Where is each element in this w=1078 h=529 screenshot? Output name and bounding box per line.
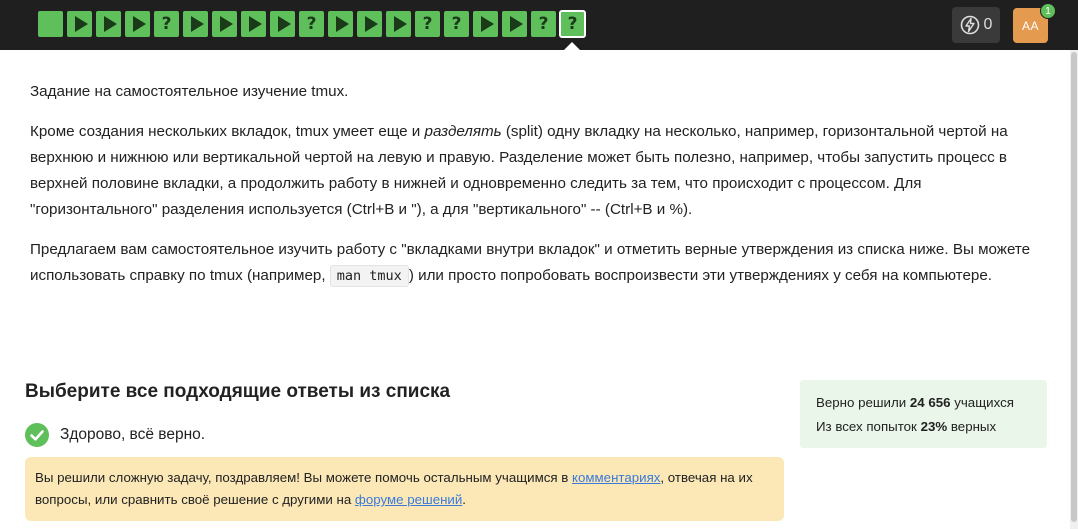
play-icon (480, 16, 494, 32)
play-icon (335, 16, 349, 32)
step-19-quiz[interactable]: ? (559, 10, 586, 38)
step-6-video[interactable] (183, 11, 208, 37)
stats-panel: Верно решили 24 656 учащихся Из всех поп… (800, 380, 1047, 448)
task-intro: Задание на самостоятельное изучение tmux… (30, 83, 349, 100)
task-paragraph-split: Кроме создания нескольких вкладок, tmux … (30, 119, 1040, 223)
stat-text: учащихся (950, 395, 1014, 410)
play-icon (190, 16, 204, 32)
question-mark-icon: ? (306, 13, 317, 34)
question-mark-icon: ? (538, 13, 549, 34)
solved-count: 24 656 (909, 395, 951, 410)
congrats-text: Вы решили сложную задачу, поздравляем! В… (35, 470, 573, 485)
task-text: Задание на самостоятельное изучение tmux… (30, 79, 1040, 303)
step-8-video[interactable] (241, 11, 266, 37)
check-circle-icon (25, 423, 49, 447)
task-text-span: ) или просто попробовать воспроизвести э… (408, 267, 993, 284)
congrats-text: . (462, 492, 466, 507)
congrats-banner: Вы решили сложную задачу, поздравляем! В… (25, 457, 784, 521)
quiz-title: Выберите все подходящие ответы из списка (25, 381, 451, 402)
task-paragraph-instructions: Предлагаем вам самостоятельное изучить р… (30, 237, 1040, 289)
step-14-quiz[interactable]: ? (415, 11, 440, 37)
step-18-quiz[interactable]: ? (531, 11, 556, 37)
play-icon (132, 16, 146, 32)
stat-text: верных (947, 419, 997, 434)
play-icon (393, 16, 407, 32)
top-bar: ?????? 0 AA 1 (0, 0, 1078, 51)
step-13-video[interactable] (386, 11, 411, 37)
step-9-video[interactable] (270, 11, 295, 37)
step-1-lesson[interactable] (38, 11, 63, 37)
stat-text: Из всех попыток (816, 419, 921, 434)
step-3-video[interactable] (96, 11, 121, 37)
play-icon (74, 16, 88, 32)
answer-status: Здорово, всё верно. (25, 423, 205, 447)
task-emphasis: разделять (424, 123, 502, 140)
notification-badge: 1 (1040, 3, 1056, 19)
step-4-video[interactable] (125, 11, 150, 37)
energy-value: 0 (983, 16, 993, 33)
code-snippet: man tmux (329, 265, 409, 287)
solutions-forum-link[interactable]: форуме решений (355, 492, 462, 507)
question-mark-icon: ? (567, 13, 578, 34)
status-text: Здорово, всё верно. (60, 426, 206, 443)
step-12-video[interactable] (357, 11, 382, 37)
question-mark-icon: ? (422, 13, 433, 34)
step-5-quiz[interactable]: ? (154, 11, 179, 37)
play-icon (103, 16, 117, 32)
step-10-quiz[interactable]: ? (299, 11, 324, 37)
question-mark-icon: ? (451, 13, 462, 34)
energy-counter[interactable]: 0 (952, 7, 1000, 43)
play-icon (509, 16, 523, 32)
step-2-video[interactable] (67, 11, 92, 37)
lesson-steps-nav: ?????? (38, 10, 586, 38)
step-15-quiz[interactable]: ? (444, 11, 469, 37)
attempts-percent: 23% (920, 419, 948, 434)
step-7-video[interactable] (212, 11, 237, 37)
step-17-video[interactable] (502, 11, 527, 37)
attempts-stat: Из всех попыток 23% верных (816, 415, 1031, 439)
step-16-video[interactable] (473, 11, 498, 37)
task-text-span: Кроме создания нескольких вкладок, tmux … (30, 123, 425, 140)
play-icon (277, 16, 291, 32)
play-icon (364, 16, 378, 32)
lightning-bolt-icon (960, 15, 979, 35)
question-mark-icon: ? (161, 13, 172, 34)
stat-text: Верно решили (816, 395, 910, 410)
play-icon (248, 16, 262, 32)
scrollbar-thumb[interactable] (1071, 52, 1077, 522)
current-step-caret (563, 42, 581, 51)
comments-link[interactable]: комментариях (572, 470, 660, 485)
step-11-video[interactable] (328, 11, 353, 37)
solved-stat: Верно решили 24 656 учащихся (816, 391, 1031, 415)
play-icon (219, 16, 233, 32)
